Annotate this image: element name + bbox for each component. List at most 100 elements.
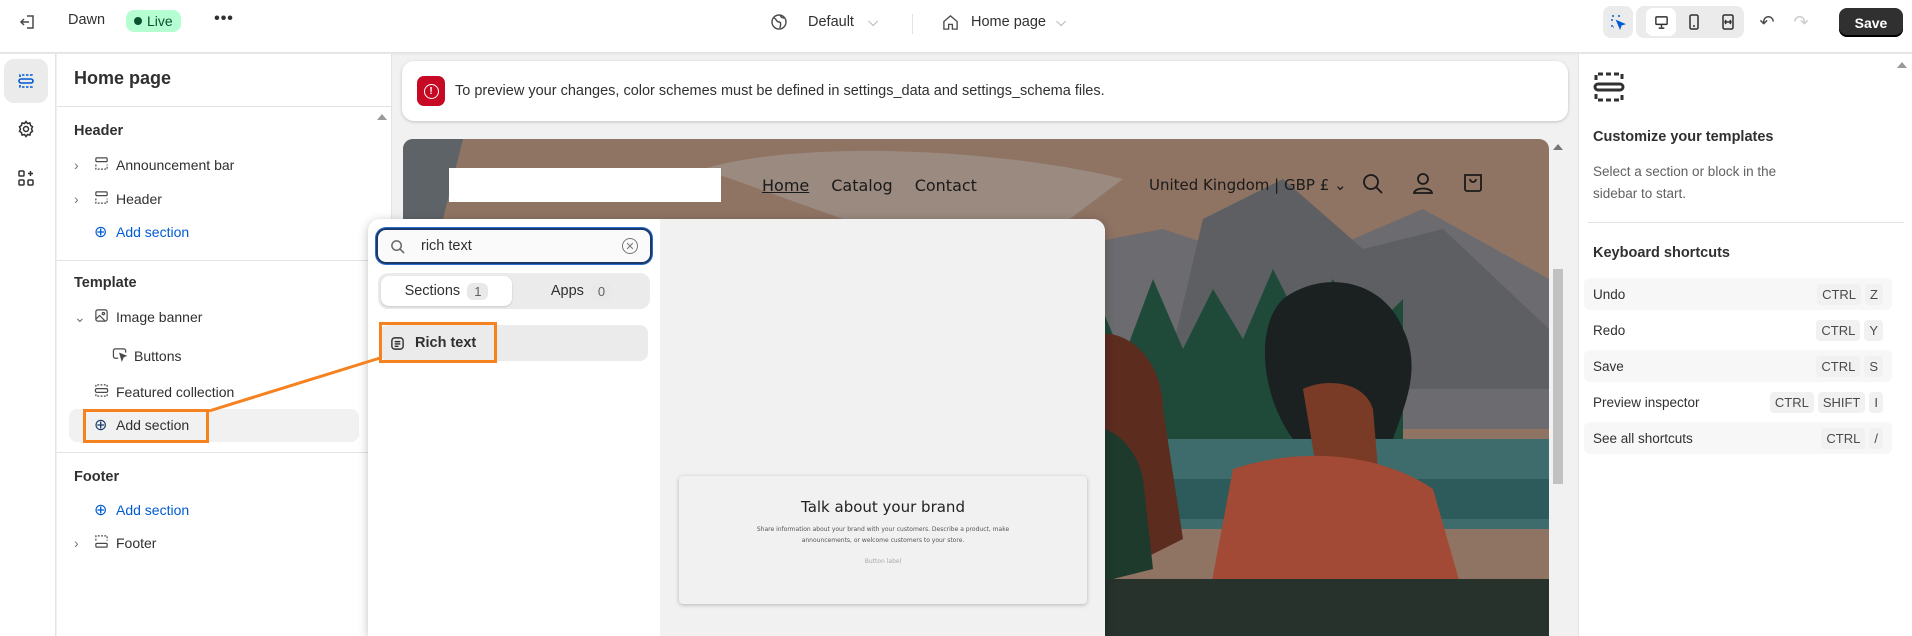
chevron-right-icon: ›: [74, 535, 79, 551]
tab-sections[interactable]: Sections 1: [381, 276, 512, 306]
shortcut-label: Redo: [1593, 322, 1626, 338]
shortcut-redo: Redo CTRL Y: [1584, 314, 1892, 346]
icon-rail: [0, 54, 56, 636]
chevron-right-icon: ›: [74, 157, 79, 173]
shortcut-undo: Undo CTRL Z: [1584, 278, 1892, 310]
key: CTRL: [1817, 283, 1862, 305]
tab-label: Sections: [404, 283, 461, 299]
sections-icon[interactable]: [4, 59, 48, 103]
section-label: Featured collection: [116, 384, 235, 400]
sections-sidebar: Home page Header › Announcement bar › Head…: [57, 54, 392, 636]
section-footer[interactable]: › Footer: [74, 529, 156, 557]
shortcut-preview-inspector: Preview inspector CTRL SHIFT I: [1584, 386, 1892, 418]
scroll-up-arrow[interactable]: [377, 114, 387, 120]
inspector-panel: Customize your templates Select a sectio…: [1578, 54, 1912, 636]
plus-circle-icon: ⊕: [94, 502, 108, 519]
search-icon: [391, 239, 405, 254]
panel-title: Customize your templates: [1593, 129, 1774, 145]
warning-message: To preview your changes, color schemes m…: [455, 83, 1105, 99]
shortcut-label: Preview inspector: [1593, 394, 1700, 410]
footer-add-section-button[interactable]: ⊕ Add section: [94, 496, 189, 524]
full-width-view-button[interactable]: [1714, 8, 1742, 36]
nav-link-contact[interactable]: Contact: [915, 176, 977, 195]
chevron-down-icon: ⌄: [74, 308, 86, 325]
tab-apps[interactable]: Apps 0: [516, 276, 647, 306]
key: CTRL: [1821, 427, 1866, 449]
home-icon: [943, 14, 958, 30]
status-dot-icon: [134, 17, 142, 25]
page-selector-label: Home page: [971, 14, 1046, 30]
save-button[interactable]: Save: [1839, 8, 1903, 37]
divider: [57, 260, 392, 261]
block-buttons[interactable]: Buttons: [112, 342, 181, 370]
scroll-up-arrow[interactable]: [1553, 144, 1563, 150]
undo-button[interactable]: ↶: [1756, 8, 1778, 36]
section-label: Announcement bar: [116, 157, 235, 173]
desktop-view-button[interactable]: [1646, 8, 1676, 36]
live-status-badge: Live: [126, 10, 181, 32]
settings-icon[interactable]: [4, 107, 48, 151]
preview-scrollbar[interactable]: [1550, 139, 1566, 636]
tab-count: 1: [467, 282, 489, 300]
shortcut-label: See all shortcuts: [1593, 430, 1693, 446]
section-icon: [94, 383, 116, 401]
expand-icon: [1722, 14, 1734, 30]
more-actions-icon[interactable]: •••: [213, 10, 235, 32]
cart-icon[interactable]: [1461, 170, 1485, 197]
section-search-input[interactable]: rich text ✕: [376, 228, 652, 264]
footer-group-title: Footer: [74, 469, 120, 485]
nav-link-home[interactable]: Home: [762, 176, 809, 195]
divider: [912, 14, 913, 34]
divider: [1588, 222, 1904, 223]
header-group-title: Header: [74, 123, 124, 139]
tab-label: Apps: [550, 283, 584, 299]
desktop-icon: [1654, 15, 1668, 29]
header-add-section-button[interactable]: ⊕ Add section: [94, 218, 189, 246]
mobile-icon: [1689, 14, 1699, 30]
page-selector[interactable]: Home page ⌵: [942, 8, 1066, 36]
search-value: rich text: [421, 238, 472, 254]
section-header[interactable]: › Header: [74, 185, 162, 213]
picker-tabs: Sections 1 Apps 0: [378, 273, 650, 309]
key: SHIFT: [1817, 391, 1866, 413]
chevron-down-icon: ⌵: [1055, 14, 1067, 29]
clear-search-icon[interactable]: ✕: [622, 238, 638, 254]
exit-icon[interactable]: [18, 12, 38, 32]
preview-button-label: Button label: [864, 558, 902, 565]
nav-link-catalog[interactable]: Catalog: [831, 176, 892, 195]
scrollbar-thumb[interactable]: [1553, 269, 1563, 484]
top-bar: Dawn Live ••• Default ⌵ Home page ⌵ ↶ ↷ …: [0, 0, 1912, 53]
theme-selector-label: Default: [808, 14, 854, 30]
status-text: Live: [147, 13, 173, 29]
store-nav: Home Catalog Contact: [762, 176, 977, 195]
key: I: [1869, 391, 1883, 413]
mobile-view-button[interactable]: [1680, 8, 1708, 36]
redo-button[interactable]: ↷: [1790, 8, 1812, 36]
shortcut-see-all[interactable]: See all shortcuts CTRL /: [1584, 422, 1892, 454]
shortcuts-list: Undo CTRL Z Redo CTRL Y Save CTRL S Preview in…: [1584, 278, 1892, 454]
warning-banner: ! To preview your changes, color schemes…: [402, 61, 1568, 121]
locale-selector[interactable]: United Kingdom | GBP £ ⌄: [1149, 176, 1347, 194]
section-icon: [94, 156, 116, 174]
locale-label: United Kingdom | GBP £: [1149, 176, 1330, 194]
key: Z: [1865, 283, 1883, 305]
add-section-popover: Talk about your brand Share information …: [368, 219, 1105, 636]
preview-heading: Talk about your brand: [801, 498, 965, 516]
footer-icon: [94, 534, 116, 552]
apps-icon[interactable]: [4, 156, 48, 200]
inspector-toggle-button[interactable]: [1603, 6, 1633, 38]
search-icon[interactable]: [1361, 172, 1385, 199]
block-label: Buttons: [134, 348, 182, 364]
account-icon[interactable]: [1411, 171, 1435, 198]
scroll-up-arrow[interactable]: [1897, 62, 1907, 68]
section-featured-collection[interactable]: Featured collection: [94, 378, 234, 406]
key: CTRL: [1816, 319, 1861, 341]
shortcuts-title: Keyboard shortcuts: [1593, 245, 1730, 261]
section-image-banner[interactable]: ⌄ Image banner: [74, 303, 202, 331]
theme-selector[interactable]: Default ⌵: [770, 8, 878, 36]
store-logo[interactable]: [449, 168, 721, 202]
section-announcement-bar[interactable]: › Announcement bar: [74, 151, 234, 179]
key: /: [1869, 427, 1883, 449]
select-cursor-icon: [1611, 15, 1626, 30]
shortcut-save: Save CTRL S: [1584, 350, 1892, 382]
